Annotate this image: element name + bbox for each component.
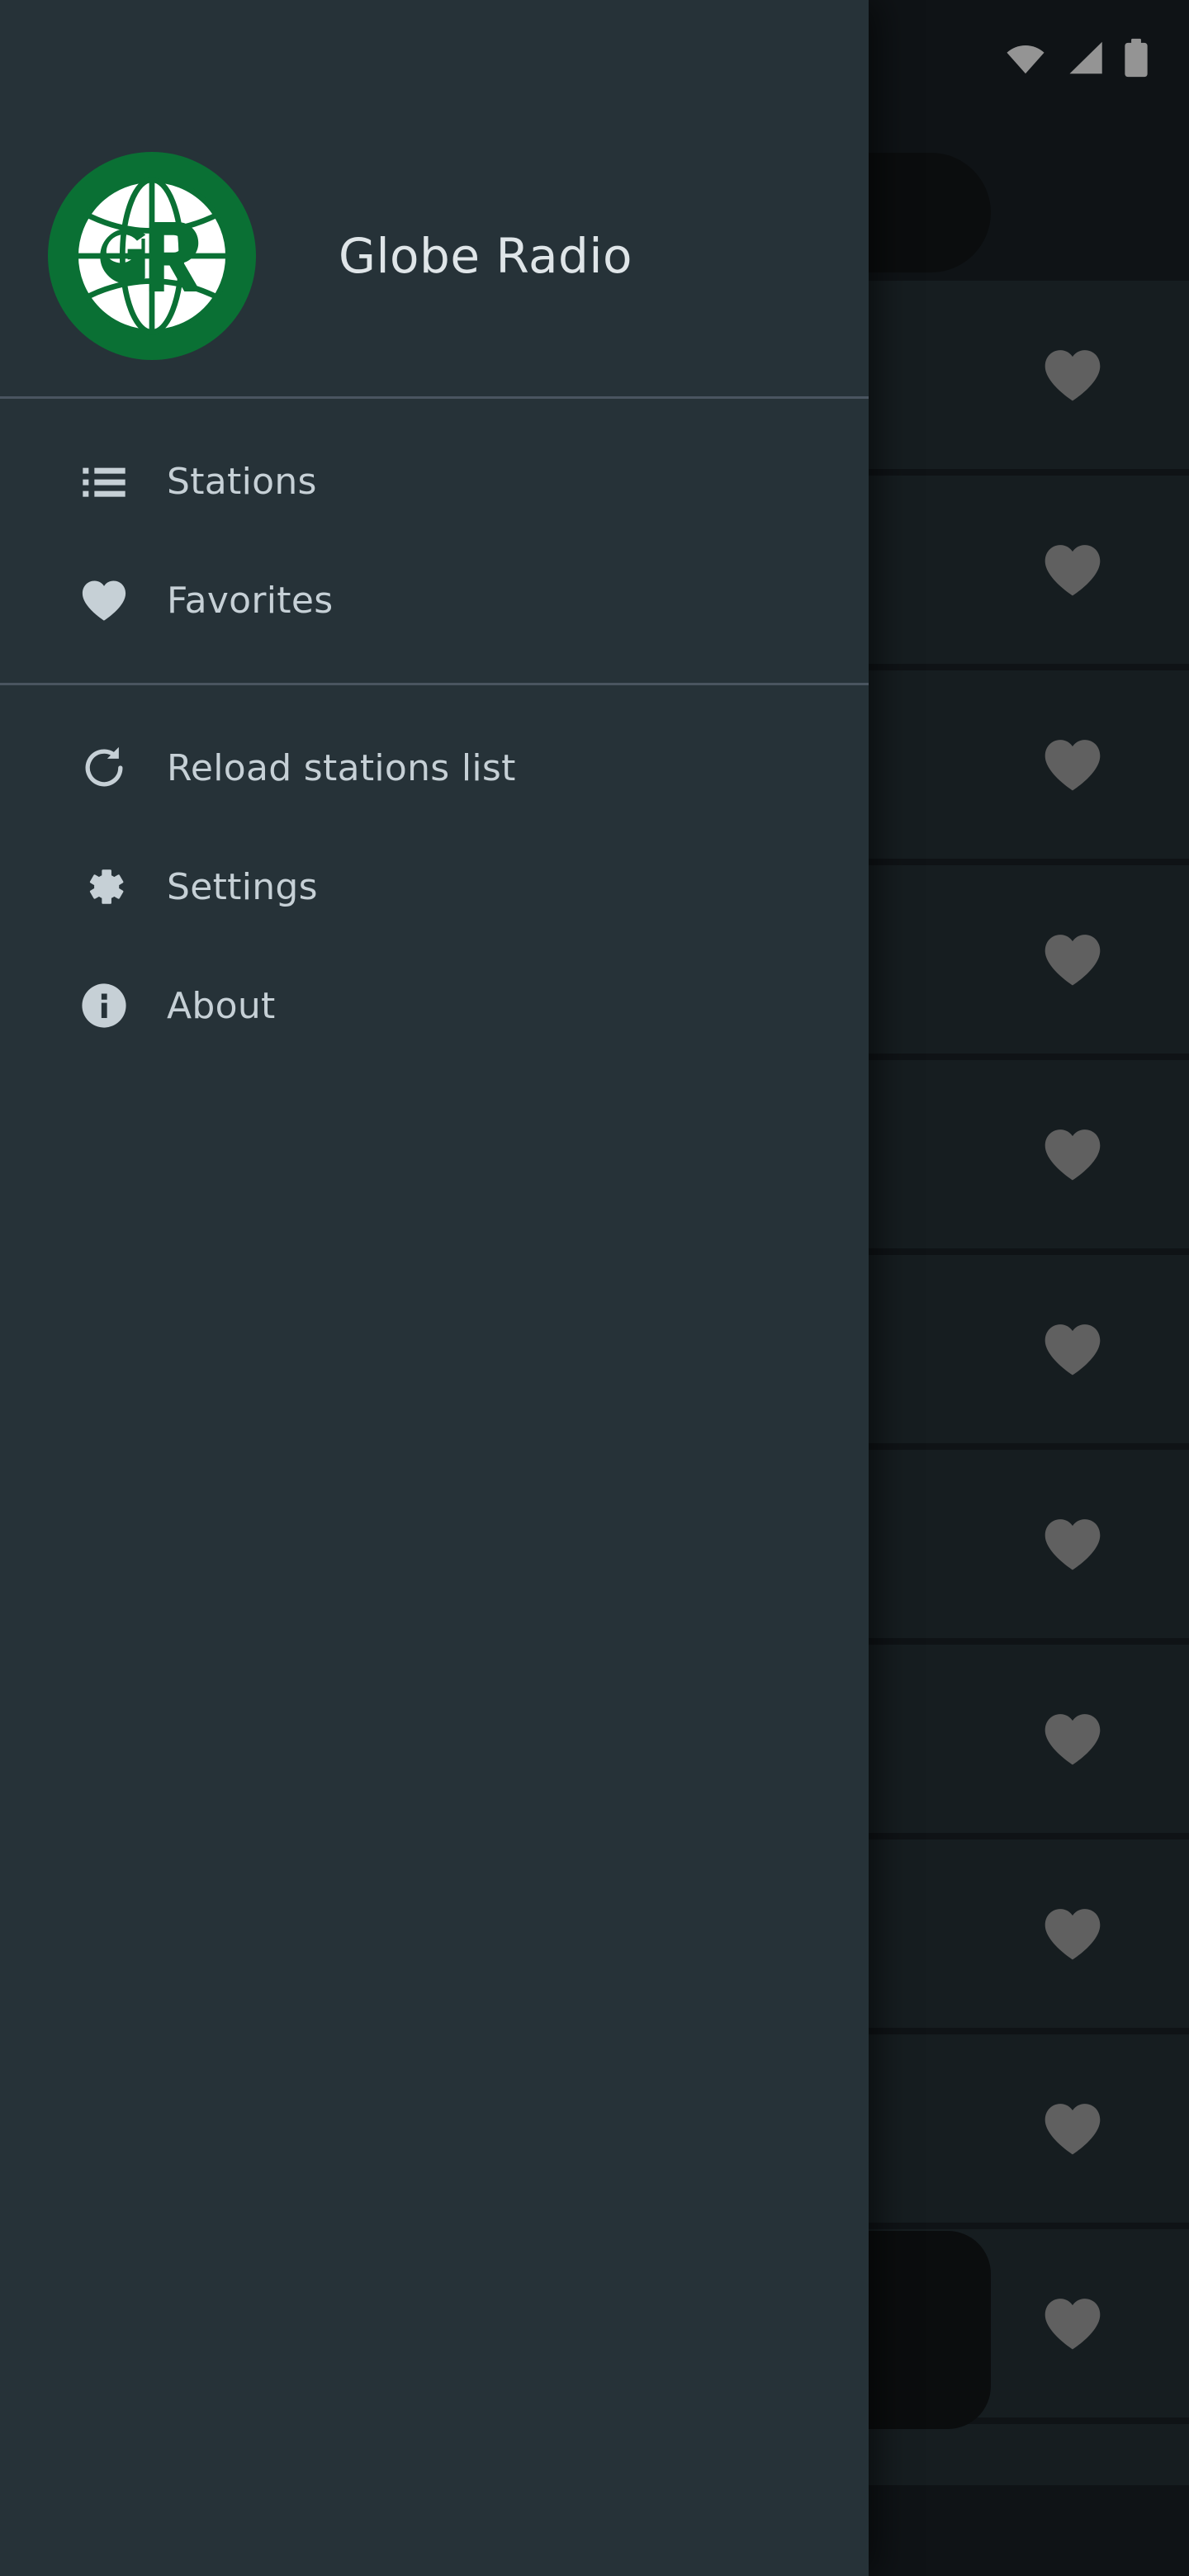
refresh-icon bbox=[78, 741, 130, 794]
sidebar-item-stations[interactable]: Stations bbox=[0, 422, 869, 541]
globe-radio-logo-icon bbox=[48, 152, 256, 360]
sidebar-item-label: Reload stations list bbox=[167, 746, 516, 789]
drawer-group-secondary: Reload stations list Settings About bbox=[0, 685, 869, 1088]
sidebar-item-label: Settings bbox=[167, 865, 318, 908]
navigation-drawer: Globe Radio Stations Favorites Reload st… bbox=[0, 0, 869, 2576]
app-title: Globe Radio bbox=[339, 228, 632, 284]
drawer-filler bbox=[0, 1088, 869, 2576]
sidebar-item-favorites[interactable]: Favorites bbox=[0, 541, 869, 660]
sidebar-item-settings[interactable]: Settings bbox=[0, 827, 869, 946]
drawer-status-bar-spacer bbox=[0, 0, 869, 116]
sidebar-item-label: Favorites bbox=[167, 579, 334, 622]
sidebar-item-label: About bbox=[167, 984, 276, 1027]
phone-screen: o bbox=[0, 0, 1189, 2576]
drawer-group-primary: Stations Favorites bbox=[0, 399, 869, 683]
sidebar-item-about[interactable]: About bbox=[0, 946, 869, 1065]
sidebar-item-label: Stations bbox=[167, 460, 317, 503]
sidebar-item-reload-stations-list[interactable]: Reload stations list bbox=[0, 708, 869, 827]
list-icon bbox=[78, 455, 130, 508]
gear-icon bbox=[78, 860, 130, 913]
heart-icon bbox=[78, 574, 130, 627]
info-icon bbox=[78, 979, 130, 1032]
drawer-header: Globe Radio bbox=[0, 116, 869, 396]
